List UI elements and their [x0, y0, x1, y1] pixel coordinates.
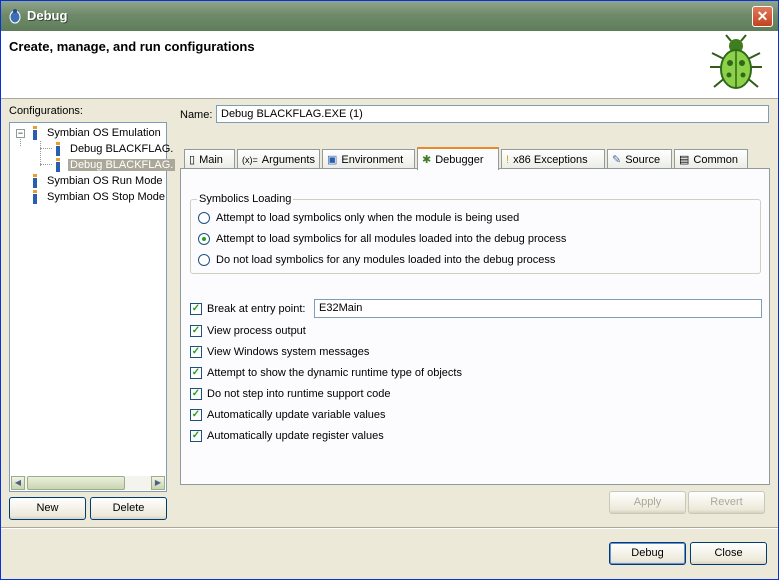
checkbox[interactable]: ✓ — [190, 430, 202, 442]
tree-item-symbian-os-emulation[interactable]: − Symbian OS Emulation — [16, 125, 163, 141]
tab-main[interactable]: ▯ Main — [184, 149, 235, 169]
checkbox-label: Break at entry point: — [207, 303, 306, 315]
tab-arguments[interactable]: (x)= Arguments — [237, 149, 320, 169]
collapse-icon[interactable]: − — [16, 128, 25, 138]
header-banner: Create, manage, and run configurations — [1, 31, 778, 99]
radio-load-on-use[interactable]: Attempt to load symbolics only when the … — [198, 212, 519, 224]
debugger-tab-panel: Symbolics Loading Attempt to load symbol… — [180, 168, 770, 485]
tree-item-label: Debug BLACKFLAG. — [68, 159, 176, 171]
bug-icon — [9, 9, 21, 24]
tab-environment[interactable]: ▣ Environment — [322, 149, 415, 169]
checkbox-label: Do not step into runtime support code — [207, 388, 391, 400]
tab-label: Source — [625, 153, 661, 166]
checkbox-update-registers[interactable]: ✓ Automatically update register values — [190, 430, 384, 442]
checkbox[interactable]: ✓ — [190, 303, 202, 315]
new-button[interactable]: New — [9, 497, 86, 520]
checkbox-label: Automatically update variable values — [207, 409, 386, 421]
checkbox-label: Automatically update register values — [207, 430, 384, 442]
close-button[interactable]: Close — [690, 542, 767, 565]
delete-button[interactable]: Delete — [90, 497, 167, 520]
radio-label: Attempt to load symbolics for all module… — [216, 233, 567, 245]
revert-button[interactable]: Revert — [688, 491, 765, 514]
checkbox-dynamic-runtime-type[interactable]: ✓ Attempt to show the dynamic runtime ty… — [190, 367, 462, 379]
page-icon: ▯ — [189, 154, 196, 166]
tab-label: x86 Exceptions — [513, 153, 588, 166]
exception-icon: ! — [506, 153, 510, 166]
tree-item-symbian-os-stop-mode[interactable]: Symbian OS Stop Mode — [31, 189, 167, 205]
launch-type-icon — [33, 174, 37, 188]
checkbox-view-windows-messages[interactable]: ✓ View Windows system messages — [190, 346, 369, 358]
horizontal-scrollbar[interactable]: ◀ ▶ — [11, 476, 165, 490]
tree-item-symbian-os-run-mode[interactable]: Symbian OS Run Mode — [31, 173, 165, 189]
tree-line — [40, 148, 52, 149]
launch-type-icon — [33, 126, 37, 140]
tab-common[interactable]: ▤ Common — [674, 149, 748, 169]
source-icon: ✎ — [612, 154, 622, 166]
tab-source[interactable]: ✎ Source — [607, 149, 672, 169]
name-field[interactable]: Debug BLACKFLAG.EXE (1) — [216, 105, 769, 123]
bug-icon: ✱ — [422, 154, 432, 166]
checkbox[interactable]: ✓ — [190, 325, 202, 337]
radio-do-not-load[interactable]: Do not load symbolics for any modules lo… — [198, 254, 555, 266]
debug-dialog: Debug ✕ Create, manage, and run configur… — [0, 0, 779, 580]
tab-label: Common — [693, 153, 739, 166]
scroll-left-icon[interactable]: ◀ — [11, 476, 25, 490]
checkbox-label: View process output — [207, 325, 306, 337]
entry-point-field[interactable]: E32Main — [314, 299, 762, 318]
tree-item-label: Debug BLACKFLAG. — [70, 143, 174, 155]
radio-load-all[interactable]: Attempt to load symbolics for all module… — [198, 233, 566, 245]
green-bug-icon — [710, 34, 762, 89]
arguments-icon: (x)= — [242, 154, 258, 165]
name-label: Name: — [180, 109, 213, 121]
tab-label: Environment — [341, 153, 404, 166]
tree-item-label: Symbian OS Emulation — [47, 127, 161, 139]
configuration-icon — [56, 142, 60, 156]
checkbox-view-process-output[interactable]: ✓ View process output — [190, 325, 306, 337]
separator — [1, 527, 778, 529]
window-title: Debug — [27, 8, 68, 23]
tree-item-label: Symbian OS Stop Mode — [47, 191, 166, 203]
banner-heading: Create, manage, and run configurations — [9, 39, 255, 54]
checkbox-no-step-runtime[interactable]: ✓ Do not step into runtime support code — [190, 388, 390, 400]
scroll-thumb[interactable] — [27, 476, 125, 490]
radio-label: Attempt to load symbolics only when the … — [216, 212, 520, 224]
radio-button[interactable] — [198, 233, 210, 245]
tab-label: Arguments — [261, 153, 315, 166]
launch-type-icon — [33, 190, 37, 204]
configurations-label: Configurations: — [9, 105, 83, 117]
tab-label: Main — [199, 153, 223, 166]
configuration-icon — [56, 158, 60, 172]
tree-line — [40, 164, 52, 165]
radio-button[interactable] — [198, 212, 210, 224]
checkbox[interactable]: ✓ — [190, 409, 202, 421]
apply-button[interactable]: Apply — [609, 491, 686, 514]
title-bar[interactable]: Debug ✕ — [1, 1, 778, 31]
checkbox[interactable]: ✓ — [190, 388, 202, 400]
configurations-tree[interactable]: − Symbian OS Emulation Debug BLACKFLAG. … — [9, 122, 176, 492]
close-icon: ✕ — [756, 8, 769, 24]
checkbox-label: View Windows system messages — [207, 346, 370, 358]
checkbox-break-at-entry[interactable]: ✓ Break at entry point: — [190, 303, 305, 315]
radio-button[interactable] — [198, 254, 210, 266]
close-window-button[interactable]: ✕ — [752, 6, 773, 27]
environment-icon: ▣ — [327, 154, 338, 166]
tab-debugger[interactable]: ✱ Debugger — [417, 147, 499, 170]
tree-line — [40, 141, 41, 166]
tab-x86-exceptions[interactable]: ! x86 Exceptions — [501, 149, 605, 169]
tree-item-debug-blackflag-1[interactable]: Debug BLACKFLAG. — [54, 141, 175, 157]
checkbox-label: Attempt to show the dynamic runtime type… — [207, 367, 462, 379]
debug-button[interactable]: Debug — [609, 542, 686, 565]
checkbox[interactable]: ✓ — [190, 346, 202, 358]
tree-item-label: Symbian OS Run Mode — [47, 175, 163, 187]
tab-label: Debugger — [435, 153, 484, 166]
scroll-right-icon[interactable]: ▶ — [151, 476, 165, 490]
checkbox-update-variables[interactable]: ✓ Automatically update variable values — [190, 409, 386, 421]
group-title: Symbolics Loading — [197, 193, 294, 205]
symbolics-loading-group: Symbolics Loading Attempt to load symbol… — [190, 193, 761, 274]
radio-label: Do not load symbolics for any modules lo… — [216, 254, 556, 266]
tree-item-debug-blackflag-2[interactable]: Debug BLACKFLAG. — [54, 157, 176, 173]
common-icon: ▤ — [679, 154, 690, 166]
checkbox[interactable]: ✓ — [190, 367, 202, 379]
